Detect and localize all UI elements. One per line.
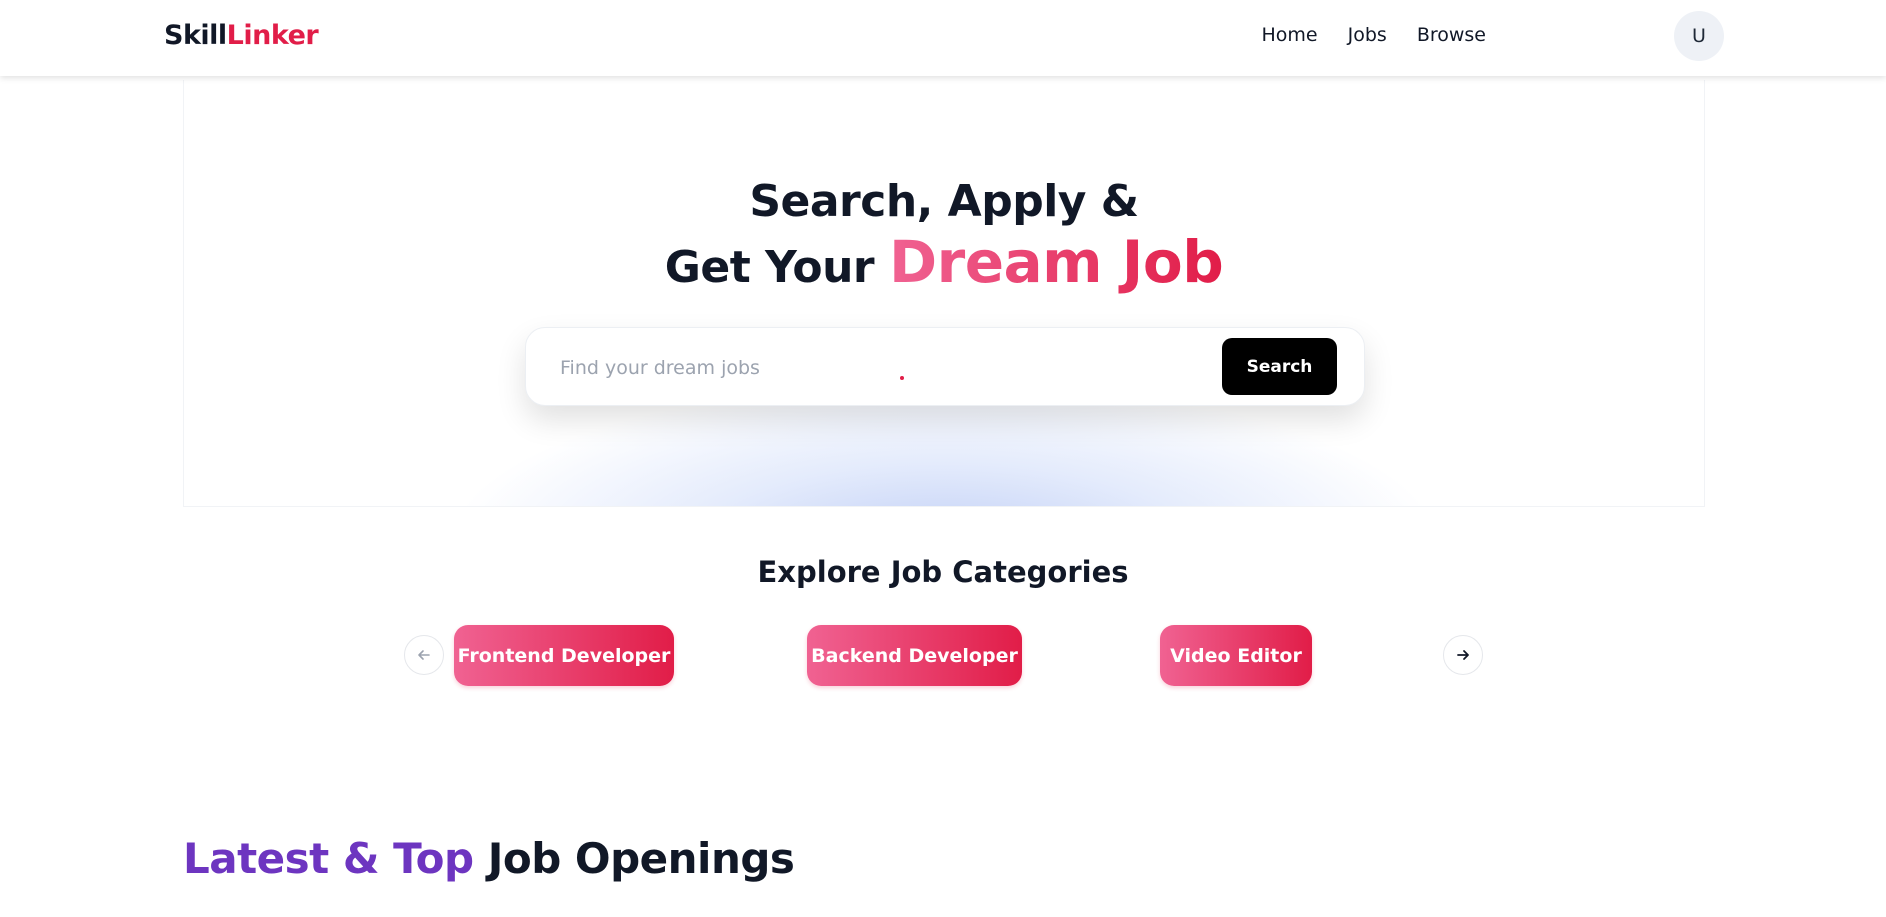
carousel-next-button[interactable] (1443, 635, 1483, 675)
avatar[interactable]: U (1674, 11, 1724, 61)
search-button[interactable]: Search (1222, 338, 1337, 395)
hero-title-line2: Get Your Dream Job (184, 228, 1704, 296)
arrow-left-icon (418, 650, 430, 660)
cursor-dot (900, 376, 904, 380)
nav-link-browse[interactable]: Browse (1417, 24, 1486, 46)
latest-title-rest: Job Openings (487, 834, 795, 883)
search-input[interactable] (560, 350, 1220, 386)
logo[interactable]: SkillLinker (164, 20, 319, 51)
navbar: SkillLinker Home Jobs Browse U (0, 0, 1886, 76)
search-bar: Search (525, 327, 1365, 406)
nav-link-jobs[interactable]: Jobs (1348, 24, 1387, 46)
latest-jobs-title: Latest & Top Job Openings (183, 834, 795, 883)
category-pill-video-editor[interactable]: Video Editor (1160, 625, 1312, 686)
categories-title: Explore Job Categories (757, 555, 1129, 589)
category-pill-frontend[interactable]: Frontend Developer (454, 625, 674, 686)
hero-section: Search, Apply & Get Your Dream Job Searc… (183, 80, 1705, 507)
nav-link-home[interactable]: Home (1262, 24, 1318, 46)
latest-title-accent: Latest & Top (183, 834, 474, 883)
hero-title-line1: Search, Apply & (749, 176, 1139, 227)
carousel-prev-button[interactable] (404, 635, 444, 675)
category-pill-backend[interactable]: Backend Developer (807, 625, 1022, 686)
arrow-right-icon (1457, 650, 1469, 660)
logo-part-skill: Skill (164, 20, 227, 51)
nav-links: Home Jobs Browse (1262, 24, 1486, 46)
hero-title-prefix: Get Your (664, 242, 875, 293)
logo-part-linker: Linker (226, 20, 319, 51)
hero-title-highlight: Dream Job (888, 228, 1224, 296)
